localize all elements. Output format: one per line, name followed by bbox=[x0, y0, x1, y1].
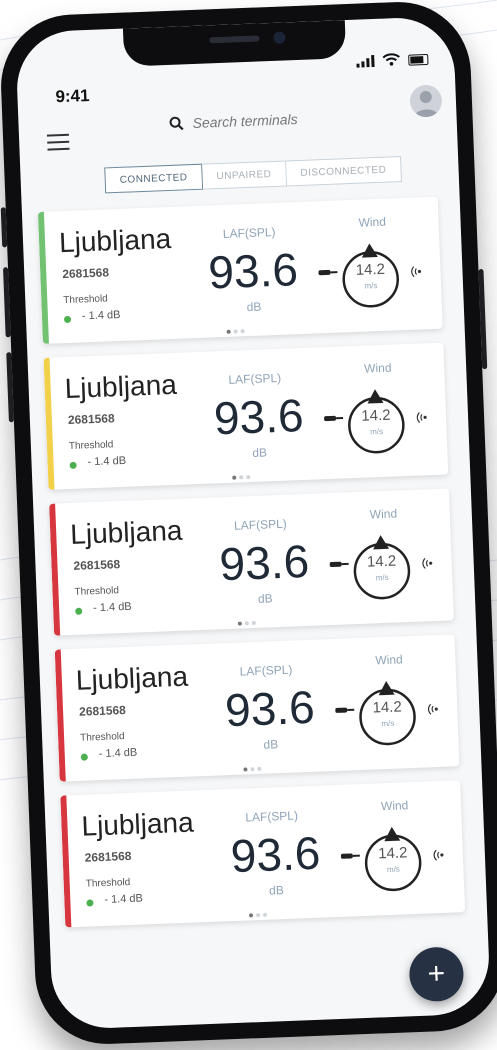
noise-unit: dB bbox=[268, 883, 285, 898]
terminal-list: Ljubljana 2681568 Threshold - 1.4 dB LAF… bbox=[37, 196, 466, 942]
wind-value: 14.2 bbox=[372, 698, 403, 717]
add-terminal-button[interactable]: + bbox=[408, 946, 465, 1003]
terminal-card[interactable]: Ljubljana 2681568 Threshold - 1.4 dB LAF… bbox=[43, 342, 449, 490]
terminal-city: Ljubljana bbox=[58, 222, 172, 259]
microphone-sensor-icon bbox=[324, 415, 344, 422]
metric-label: LAF(SPL) bbox=[228, 370, 282, 387]
threshold-value: - 1.4 dB bbox=[87, 454, 127, 469]
page-dots bbox=[243, 758, 265, 777]
threshold-value: - 1.4 dB bbox=[92, 600, 132, 615]
metric-label: LAF(SPL) bbox=[222, 224, 276, 241]
terminal-id: 2681568 bbox=[84, 848, 132, 865]
threshold-label: Threshold bbox=[68, 439, 114, 453]
status-bar bbox=[60, 795, 72, 928]
noise-unit: dB bbox=[246, 299, 262, 315]
status-bar bbox=[49, 503, 61, 636]
status-bar bbox=[43, 357, 55, 490]
search-bar[interactable] bbox=[168, 103, 369, 137]
threshold-value: - 1.4 dB bbox=[98, 746, 138, 761]
threshold-label: Threshold bbox=[79, 731, 125, 744]
threshold-label: Threshold bbox=[85, 876, 131, 890]
terminal-card[interactable]: Ljubljana 2681568 Threshold - 1.4 dB LAF… bbox=[37, 196, 443, 344]
terminal-city: Ljubljana bbox=[75, 660, 189, 696]
threshold-dot bbox=[69, 461, 77, 469]
terminal-id: 2681568 bbox=[62, 265, 110, 282]
phone-notch bbox=[122, 20, 347, 67]
noise-value: 93.6 bbox=[224, 680, 316, 737]
signal-broadcast-icon bbox=[427, 703, 438, 715]
threshold-dot bbox=[86, 899, 94, 907]
metric-label: LAF(SPL) bbox=[245, 808, 299, 825]
microphone-sensor-icon bbox=[318, 269, 338, 276]
page-dots bbox=[232, 466, 254, 485]
terminal-card[interactable]: Ljubljana 2681568 Threshold - 1.4 dB LAF… bbox=[60, 780, 466, 928]
wifi-icon bbox=[382, 53, 400, 66]
wind-value: 14.2 bbox=[355, 260, 386, 279]
wind-label: Wind bbox=[358, 214, 387, 230]
terminal-card[interactable]: Ljubljana 2681568 Threshold - 1.4 dB LAF… bbox=[49, 488, 454, 636]
battery-icon bbox=[408, 53, 429, 66]
wind-value: 14.2 bbox=[377, 844, 408, 863]
noise-value: 93.6 bbox=[229, 826, 322, 883]
app-screen: 9:41 Search terminals CONNECTED UNPAIRED… bbox=[15, 15, 491, 1031]
noise-unit: dB bbox=[257, 591, 273, 606]
threshold-label: Threshold bbox=[63, 293, 108, 307]
side-button-silent bbox=[0, 207, 8, 248]
noise-value: 93.6 bbox=[218, 534, 311, 591]
threshold-dot bbox=[63, 315, 72, 324]
terminal-id: 2681568 bbox=[73, 557, 121, 573]
metric-label: LAF(SPL) bbox=[239, 662, 293, 679]
terminal-id: 2681568 bbox=[78, 703, 127, 719]
terminal-id: 2681568 bbox=[67, 411, 115, 428]
tab-unpaired[interactable]: UNPAIRED bbox=[202, 160, 287, 190]
noise-unit: dB bbox=[252, 445, 268, 460]
hamburger-menu-icon[interactable] bbox=[46, 133, 70, 151]
noise-value: 93.6 bbox=[207, 243, 299, 299]
noise-unit: dB bbox=[263, 737, 279, 752]
tab-disconnected[interactable]: DISCONNECTED bbox=[285, 156, 402, 187]
wind-value: 14.2 bbox=[361, 406, 391, 425]
search-input[interactable] bbox=[192, 108, 363, 132]
status-time: 9:41 bbox=[55, 85, 90, 107]
signal-broadcast-icon bbox=[416, 412, 427, 423]
threshold-dot bbox=[75, 607, 83, 615]
wind-label: Wind bbox=[375, 652, 403, 668]
terminal-card[interactable]: Ljubljana 2681568 Threshold - 1.4 dB LAF… bbox=[54, 634, 460, 782]
microphone-sensor-icon bbox=[329, 561, 349, 568]
signal-broadcast-icon bbox=[433, 849, 444, 861]
terminal-city: Ljubljana bbox=[64, 368, 178, 405]
metric-label: LAF(SPL) bbox=[233, 516, 288, 533]
page-dots bbox=[237, 612, 259, 631]
front-camera bbox=[273, 31, 286, 44]
terminal-tabs: CONNECTED UNPAIRED DISCONNECTED bbox=[104, 156, 402, 194]
speaker-grille bbox=[209, 35, 260, 44]
status-bar bbox=[54, 649, 66, 782]
search-icon bbox=[169, 116, 184, 131]
threshold-value: - 1.4 dB bbox=[104, 892, 144, 906]
wind-label: Wind bbox=[380, 798, 409, 814]
signal-broadcast-icon bbox=[422, 558, 433, 569]
microphone-sensor-icon bbox=[335, 707, 355, 713]
cellular-signal-icon bbox=[356, 55, 375, 68]
noise-value: 93.6 bbox=[212, 389, 305, 445]
microphone-sensor-icon bbox=[340, 853, 360, 859]
wind-value: 14.2 bbox=[366, 552, 397, 571]
terminal-city: Ljubljana bbox=[80, 806, 195, 842]
terminal-city: Ljubljana bbox=[69, 514, 183, 551]
status-bar bbox=[37, 211, 49, 344]
phone-frame: 9:41 Search terminals CONNECTED UNPAIRED… bbox=[0, 0, 497, 1047]
wind-label: Wind bbox=[369, 506, 398, 522]
tab-connected[interactable]: CONNECTED bbox=[104, 163, 204, 194]
person-icon bbox=[414, 91, 439, 118]
page-dots bbox=[248, 904, 271, 923]
signal-broadcast-icon bbox=[411, 266, 422, 278]
wind-label: Wind bbox=[363, 360, 392, 376]
page-dots bbox=[226, 320, 248, 339]
threshold-label: Threshold bbox=[74, 585, 120, 598]
threshold-dot bbox=[80, 753, 88, 761]
user-avatar[interactable] bbox=[409, 84, 443, 118]
threshold-value: - 1.4 dB bbox=[81, 308, 121, 323]
